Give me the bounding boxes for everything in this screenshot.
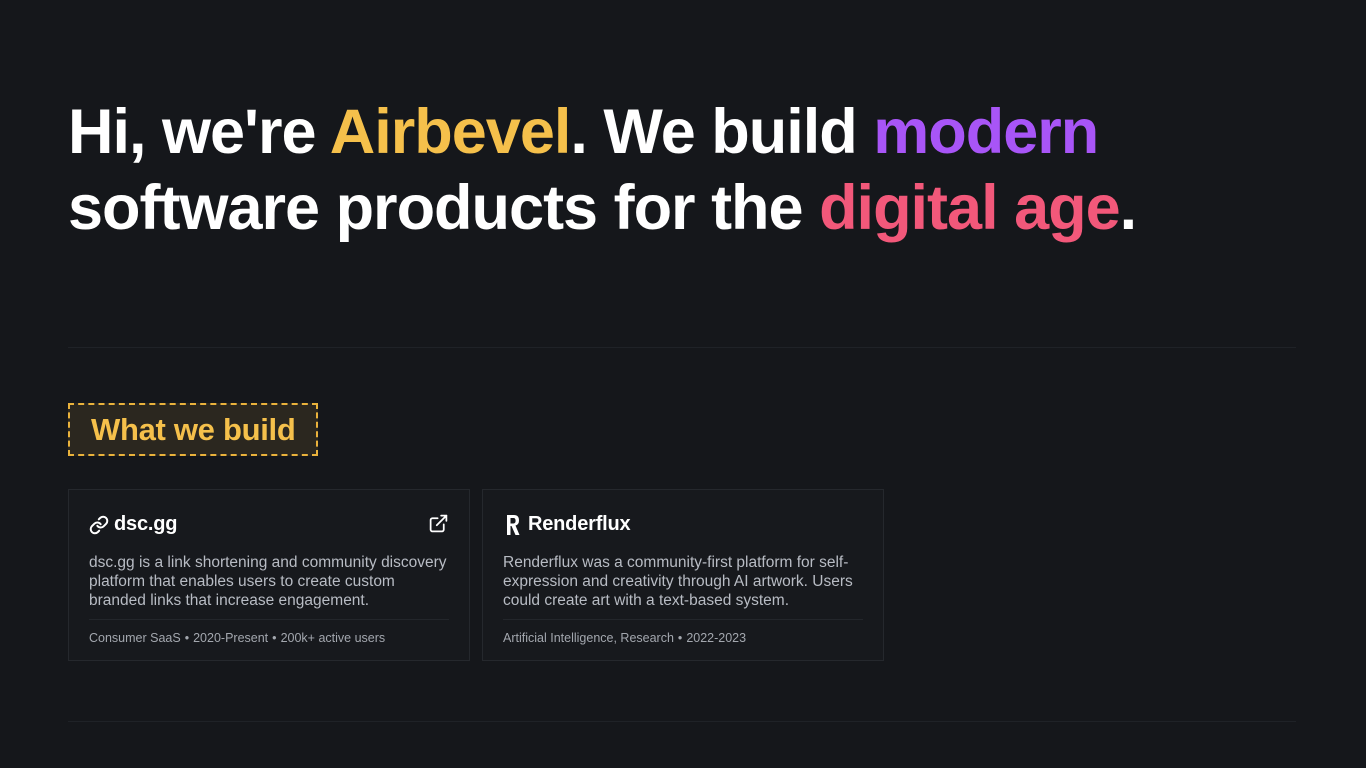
project-name: dsc.gg xyxy=(114,513,178,535)
project-card-header: Renderflux xyxy=(503,513,631,536)
section-divider-top xyxy=(68,347,1296,348)
project-name: Renderflux xyxy=(528,513,631,535)
section-title: What we build xyxy=(68,403,319,456)
meta-separator: • xyxy=(677,631,683,645)
project-card-renderflux[interactable]: Renderflux Renderflux was a community-fi… xyxy=(482,489,884,661)
hero-brand-name: Airbevel xyxy=(329,97,572,167)
page: Hi, we're Airbevel. We build modern soft… xyxy=(0,0,1366,768)
link-icon xyxy=(89,515,109,535)
meta-separator: • xyxy=(272,631,277,645)
hero-prefix: Hi, we're xyxy=(68,97,330,167)
external-link-icon[interactable] xyxy=(427,512,449,534)
meta-category: Consumer SaaS xyxy=(89,631,181,645)
project-card-dsc-gg[interactable]: dsc.gg dsc.gg is a link shortening and c… xyxy=(68,489,470,661)
hero-highlight-digital: digital age xyxy=(819,173,1121,243)
meta-years: 2020-Present xyxy=(193,631,269,645)
hero-end: . xyxy=(1119,173,1137,243)
hero-line-two: software products for the xyxy=(68,173,820,243)
section-divider-bottom xyxy=(68,721,1296,722)
project-meta: Artificial Intelligence, Research • 2022-2… xyxy=(503,631,746,646)
meta-separator: • xyxy=(184,631,190,645)
hero-heading: Hi, we're Airbevel. We build modern soft… xyxy=(68,94,1298,246)
meta-years: 2022-2023 xyxy=(686,631,747,645)
meta-category: Artificial Intelligence, Research xyxy=(503,631,674,645)
card-divider xyxy=(89,619,449,620)
project-description: dsc.gg is a link shortening and communit… xyxy=(89,554,447,609)
hero-highlight-modern: modern xyxy=(873,97,1099,167)
meta-users: 200k+ active users xyxy=(280,631,386,645)
project-description: Renderflux was a community-first platfor… xyxy=(503,554,853,609)
project-meta: Consumer SaaS • 2020-Present • 200k+ active … xyxy=(89,631,385,646)
card-divider xyxy=(503,619,863,620)
renderflux-logo-icon xyxy=(503,514,523,535)
project-card-header: dsc.gg xyxy=(89,513,177,536)
hero-middle: . We build xyxy=(570,97,874,167)
